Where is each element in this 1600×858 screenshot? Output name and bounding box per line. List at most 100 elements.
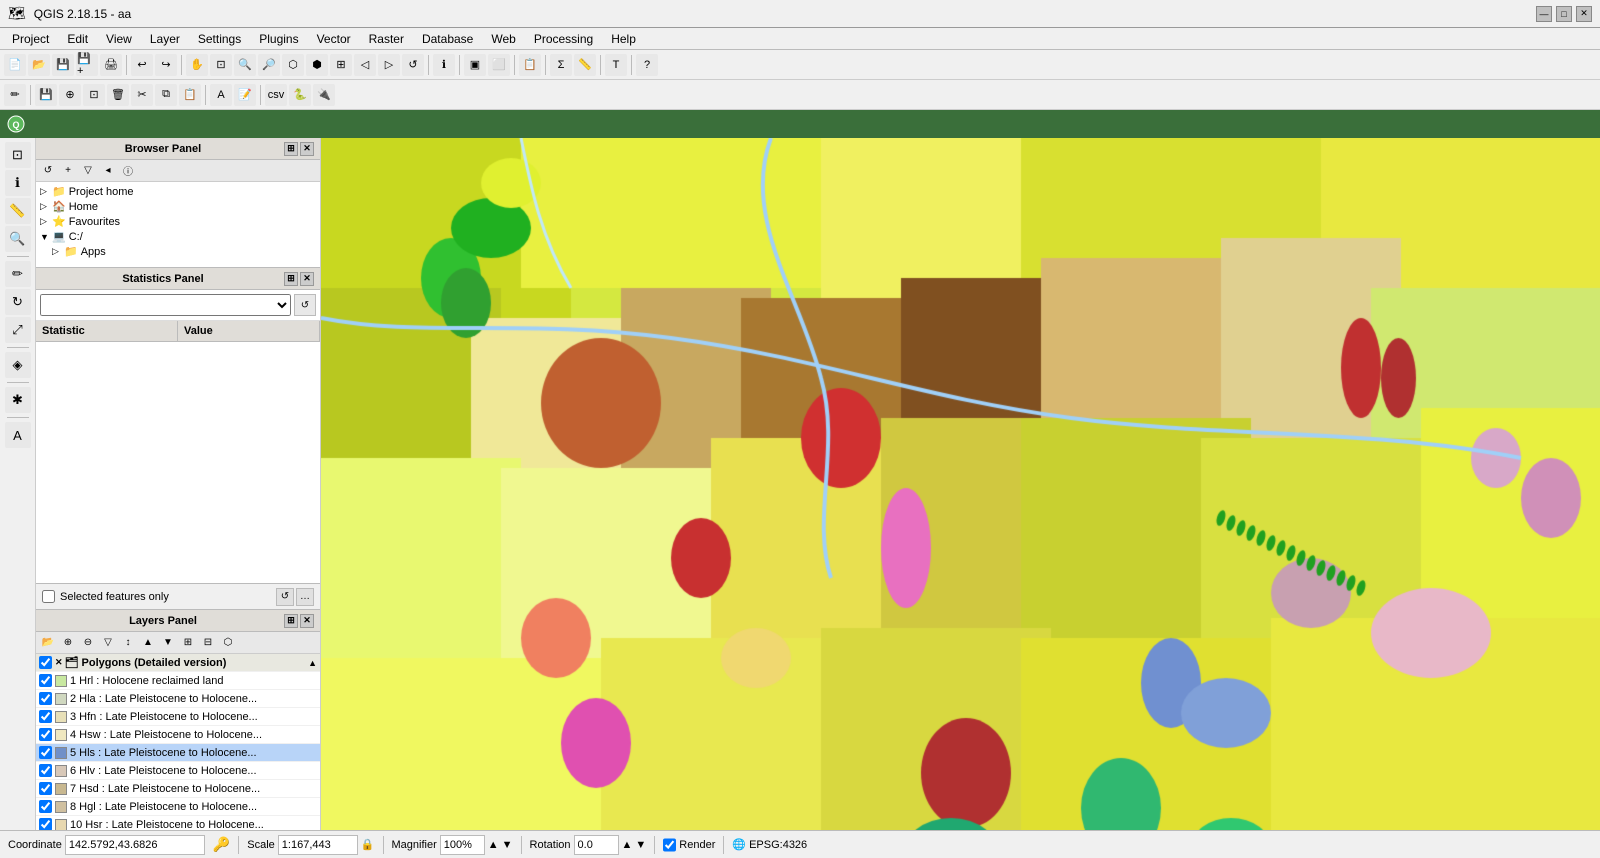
layers-deselect-button[interactable]: ⬡ xyxy=(219,634,237,652)
undo-button[interactable]: ↩ xyxy=(131,54,153,76)
python-button[interactable]: 🐍 xyxy=(289,84,311,106)
browser-collapse-button[interactable]: ◂ xyxy=(99,162,117,180)
browser-float-button[interactable]: ⊞ xyxy=(284,142,298,156)
zoom-last-button[interactable]: ◁ xyxy=(354,54,376,76)
menu-item-edit[interactable]: Edit xyxy=(59,30,96,48)
scale-tool[interactable]: ⤢ xyxy=(5,317,31,343)
layer-item-1[interactable]: 1 Hrl : Holocene reclaimed land xyxy=(36,672,320,690)
layer-visibility-checkbox[interactable] xyxy=(39,818,52,830)
layers-sort-button[interactable]: ↕ xyxy=(119,634,137,652)
layers-float-button[interactable]: ⊞ xyxy=(284,614,298,628)
label-button[interactable]: A xyxy=(210,84,232,106)
save-project-button[interactable]: 💾 xyxy=(52,54,74,76)
digitize-tool[interactable]: ✱ xyxy=(5,387,31,413)
pan-to-selection-button[interactable]: ⊡ xyxy=(210,54,232,76)
measure-tool[interactable]: 📏 xyxy=(5,198,31,224)
layer-item-4[interactable]: 4 Hsw : Late Pleistocene to Holocene... xyxy=(36,726,320,744)
select-features-tool[interactable]: ⊡ xyxy=(5,142,31,168)
stats-close-button[interactable]: ✕ xyxy=(300,272,314,286)
stats-field-select[interactable] xyxy=(40,294,291,316)
layer-item-5[interactable]: 5 Hls : Late Pleistocene to Holocene... xyxy=(36,744,320,762)
menu-item-vector[interactable]: Vector xyxy=(309,30,359,48)
measure-button[interactable]: 📏 xyxy=(574,54,596,76)
layer-visibility-checkbox[interactable] xyxy=(39,800,52,813)
identify-button[interactable]: ℹ xyxy=(433,54,455,76)
menu-item-plugins[interactable]: Plugins xyxy=(251,30,306,48)
rotation-stepper-down[interactable]: ▼ xyxy=(635,839,646,851)
layers-add-button[interactable]: ⊕ xyxy=(59,634,77,652)
scale-input[interactable] xyxy=(278,835,358,855)
add-feature-button[interactable]: ⊕ xyxy=(59,84,81,106)
zoom-full-button[interactable]: ⬡ xyxy=(282,54,304,76)
layers-ungroup-button[interactable]: ⊟ xyxy=(199,634,217,652)
stats-button[interactable]: Σ xyxy=(550,54,572,76)
layer-visibility-checkbox[interactable] xyxy=(39,692,52,705)
layer-item-2[interactable]: 2 Hla : Late Pleistocene to Holocene... xyxy=(36,690,320,708)
layer-visibility-checkbox[interactable] xyxy=(39,764,52,777)
tree-item-apps[interactable]: ▷📁Apps xyxy=(38,244,318,259)
magnifier-stepper-down[interactable]: ▼ xyxy=(502,839,513,851)
identify-features-tool[interactable]: ℹ xyxy=(5,170,31,196)
stats-float-button[interactable]: ⊞ xyxy=(284,272,298,286)
stats-compute-button[interactable]: ↺ xyxy=(294,294,316,316)
zoom-tool[interactable]: 🔍 xyxy=(5,226,31,252)
stats-options-button[interactable]: … xyxy=(296,588,314,606)
refresh-stats-button[interactable]: ↺ xyxy=(276,588,294,606)
layer-visibility-checkbox[interactable] xyxy=(39,710,52,723)
layer-item-8[interactable]: 8 Hgl : Late Pleistocene to Holocene... xyxy=(36,798,320,816)
open-attribute-button[interactable]: 📋 xyxy=(519,54,541,76)
magnifier-input[interactable] xyxy=(440,835,485,855)
tree-item-home[interactable]: ▷🏠Home xyxy=(38,199,318,214)
layer-item-3[interactable]: 3 Hfn : Late Pleistocene to Holocene... xyxy=(36,708,320,726)
deselect-button[interactable]: ⬜ xyxy=(488,54,510,76)
menu-item-layer[interactable]: Layer xyxy=(142,30,188,48)
magnifier-stepper-up[interactable]: ▲ xyxy=(488,839,499,851)
menu-item-web[interactable]: Web xyxy=(483,30,523,48)
browser-refresh-button[interactable]: ↺ xyxy=(39,162,57,180)
edit-tool[interactable]: ✏ xyxy=(5,261,31,287)
layers-close-button[interactable]: ✕ xyxy=(300,614,314,628)
layer-item-7[interactable]: 7 Hsd : Late Pleistocene to Holocene... xyxy=(36,780,320,798)
rotate-tool[interactable]: ↻ xyxy=(5,289,31,315)
tree-item-favourites[interactable]: ▷⭐Favourites xyxy=(38,214,318,229)
tree-item-c:/[interactable]: ▼💻C:/ xyxy=(38,229,318,244)
label-tool[interactable]: A xyxy=(5,422,31,448)
cut-button[interactable]: ✂ xyxy=(131,84,153,106)
layers-up-button[interactable]: ▲ xyxy=(139,634,157,652)
layer-visibility-checkbox[interactable] xyxy=(39,728,52,741)
map-area[interactable] xyxy=(321,138,1600,830)
csv-button[interactable]: csv xyxy=(265,84,287,106)
layer-group-header[interactable]: ✕ 🗂 Polygons (Detailed version) ▲ xyxy=(36,654,320,672)
menu-item-view[interactable]: View xyxy=(98,30,140,48)
layer-visibility-checkbox[interactable] xyxy=(39,674,52,687)
epsg-item[interactable]: 🌐 EPSG:4326 xyxy=(732,838,807,851)
browser-close-button[interactable]: ✕ xyxy=(300,142,314,156)
tree-item-project-home[interactable]: ▷📁Project home xyxy=(38,184,318,199)
layers-remove-button[interactable]: ⊖ xyxy=(79,634,97,652)
layer-group-checkbox[interactable] xyxy=(39,656,52,669)
node-tool[interactable]: ◈ xyxy=(5,352,31,378)
menu-item-settings[interactable]: Settings xyxy=(190,30,249,48)
new-project-button[interactable]: 📄 xyxy=(4,54,26,76)
zoom-out-button[interactable]: 🔎 xyxy=(258,54,280,76)
layers-open-button[interactable]: 📂 xyxy=(39,634,57,652)
delete-button[interactable]: 🗑 xyxy=(107,84,129,106)
plugin-button[interactable]: 🔌 xyxy=(313,84,335,106)
coordinate-input[interactable] xyxy=(65,835,205,855)
redo-button[interactable]: ↪ xyxy=(155,54,177,76)
menu-item-raster[interactable]: Raster xyxy=(361,30,412,48)
pan-button[interactable]: ✋ xyxy=(186,54,208,76)
layer-visibility-checkbox[interactable] xyxy=(39,782,52,795)
edit-nodes-button[interactable]: ⊡ xyxy=(83,84,105,106)
selected-features-label[interactable]: Selected features only xyxy=(60,591,169,603)
close-button[interactable]: ✕ xyxy=(1576,6,1592,22)
layers-group-button[interactable]: ⊞ xyxy=(179,634,197,652)
annotation-button[interactable]: 📝 xyxy=(234,84,256,106)
render-checkbox[interactable] xyxy=(663,835,676,855)
menu-item-help[interactable]: Help xyxy=(603,30,644,48)
save-edits-button[interactable]: 💾 xyxy=(35,84,57,106)
layer-visibility-checkbox[interactable] xyxy=(39,746,52,759)
selected-features-checkbox[interactable] xyxy=(42,590,55,603)
browser-add-button[interactable]: + xyxy=(59,162,77,180)
copy-button[interactable]: ⧉ xyxy=(155,84,177,106)
